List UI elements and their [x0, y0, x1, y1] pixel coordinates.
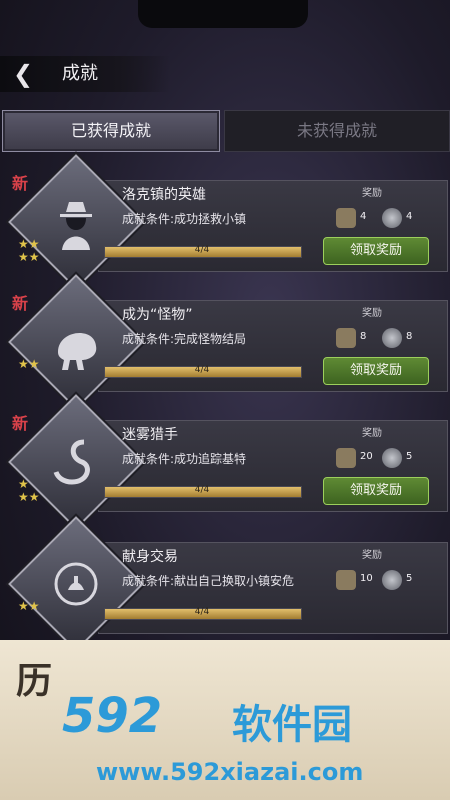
wood-amount: 4 — [360, 211, 367, 222]
achievement-card: 新 ★★ ★★ 洛克镇的英雄 奖励 成就条件:成功拯救小镇 4 4 4/4 领取奖… — [8, 154, 448, 290]
wood-amount: 20 — [360, 451, 373, 462]
progress-text: 4/4 — [194, 245, 210, 255]
new-badge: 新 — [12, 174, 29, 193]
progress-text: 4/4 — [194, 485, 210, 495]
wood-resource-icon — [336, 328, 356, 348]
wood-resource-icon — [336, 208, 356, 228]
achievement-condition: 成就条件:成功拯救小镇 — [122, 212, 247, 226]
coin-amount: 8 — [406, 331, 413, 342]
progress-text: 4/4 — [194, 365, 210, 375]
tab-bar: 已获得成就 未获得成就 — [0, 110, 450, 152]
star-rating: ★ ★★ — [18, 477, 40, 504]
reward-label: 奖励 — [362, 308, 382, 319]
wood-amount: 10 — [360, 573, 373, 584]
reward-resources: 4 4 — [336, 208, 436, 230]
reward-label: 奖励 — [362, 428, 382, 439]
coin-amount: 5 — [406, 573, 413, 584]
achievement-card: ★★ 献身交易 奖励 成就条件:献出自己换取小镇安危 10 5 4/4 — [8, 516, 448, 652]
reward-label: 奖励 — [362, 188, 382, 199]
coin-resource-icon — [382, 448, 402, 468]
achievement-card: 新 ★ ★★ 迷雾猎手 奖励 成就条件:成功追踪基特 20 5 4/4 领取奖励 — [8, 394, 448, 530]
coin-amount: 5 — [406, 451, 413, 462]
site-logo: 592 软件园 — [62, 688, 442, 748]
page-title: 成就 — [62, 63, 98, 84]
achievement-name: 迷雾猎手 — [122, 427, 178, 443]
new-badge: 新 — [12, 294, 29, 313]
reward-resources: 10 5 — [336, 570, 436, 592]
back-arrow-icon[interactable]: ❮ — [8, 61, 38, 87]
new-badge: 新 — [12, 414, 29, 433]
banner-text: 历 — [16, 661, 55, 702]
logo-text: 软件园 — [232, 702, 352, 748]
progress-text: 4/4 — [194, 607, 210, 617]
achievement-name: 献身交易 — [122, 549, 178, 565]
achievement-name: 洛克镇的英雄 — [122, 187, 206, 203]
wood-resource-icon — [336, 448, 356, 468]
header: ❮ 成就 — [0, 52, 450, 96]
tab-earned[interactable]: 已获得成就 — [2, 110, 220, 152]
reward-label: 奖励 — [362, 550, 382, 561]
achievement-name: 成为“怪物” — [122, 307, 193, 323]
coin-resource-icon — [382, 328, 402, 348]
star-rating: ★★ — [18, 357, 40, 371]
achievement-condition: 成就条件:完成怪物结局 — [122, 332, 247, 346]
wood-resource-icon — [336, 570, 356, 590]
reward-resources: 20 5 — [336, 448, 436, 470]
wood-amount: 8 — [360, 331, 367, 342]
status-notch — [138, 0, 308, 28]
reward-resources: 8 8 — [336, 328, 436, 350]
star-rating: ★★ — [18, 599, 40, 613]
claim-reward-button[interactable]: 领取奖励 — [323, 477, 429, 505]
site-url: www.592xiazai.com — [96, 758, 364, 786]
tab-unearned[interactable]: 未获得成就 — [224, 110, 450, 152]
coin-resource-icon — [382, 208, 402, 228]
achievement-condition: 成就条件:成功追踪基特 — [122, 452, 247, 466]
claim-reward-button[interactable]: 领取奖励 — [323, 357, 429, 385]
achievement-condition: 成就条件:献出自己换取小镇安危 — [122, 574, 295, 588]
star-rating: ★★ ★★ — [18, 237, 40, 264]
watermark-banner: 历 592 软件园 www.592xiazai.com — [0, 640, 450, 800]
claim-reward-button[interactable]: 领取奖励 — [323, 237, 429, 265]
achievement-card: 新 ★★ 成为“怪物” 奖励 成就条件:完成怪物结局 8 8 4/4 领取奖励 — [8, 274, 448, 410]
coin-amount: 4 — [406, 211, 413, 222]
coin-resource-icon — [382, 570, 402, 590]
logo-number: 592 — [62, 688, 163, 744]
